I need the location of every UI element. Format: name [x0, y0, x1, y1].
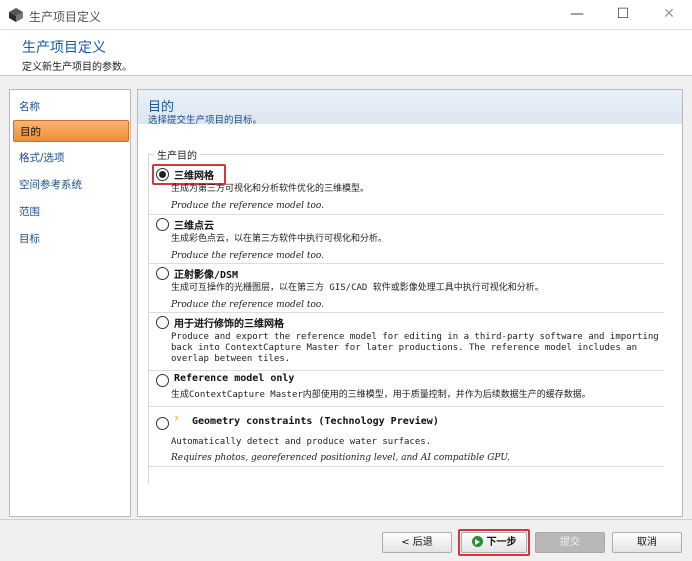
option-description: 生成为第三方可视化和分析软件优化的三维模型。 — [171, 184, 370, 194]
title-bar: 生产项目定义 — ☐ ✕ — [0, 0, 692, 30]
radio-mesh-for-retouching[interactable] — [156, 316, 169, 329]
next-button[interactable]: 下一步 — [461, 532, 527, 553]
option-description: Automatically detect and produce water s… — [171, 437, 432, 447]
separator — [148, 263, 664, 264]
sidebar-item-name[interactable]: 名称 — [13, 96, 129, 118]
option-note: Produce the reference model too. — [171, 201, 325, 211]
page-title: 生产项目定义 — [22, 40, 106, 56]
content-panel: 目的 选择提交生产项目的目标。 生产目的 三维网格 生成为第三方可视化和分析软件… — [137, 89, 683, 517]
page-subtitle: 定义新生产项目的参数。 — [22, 62, 132, 73]
option-description: 生成ContextCapture Master内部使用的三维模型，用于质量控制，… — [171, 390, 591, 400]
option-note: Requires photos, georeferenced positioni… — [171, 453, 510, 463]
option-note: Produce the reference model too. — [171, 300, 325, 310]
wizard-header: 生产项目定义 定义新生产项目的参数。 — [0, 30, 692, 76]
radio-3d-mesh[interactable] — [156, 168, 169, 181]
option-label: 用于进行修饰的三维网格 — [174, 319, 284, 330]
back-button[interactable]: < 后退 — [382, 532, 452, 553]
option-label: Geometry constraints (Technology Preview… — [192, 416, 439, 427]
option-label: 三维点云 — [174, 221, 214, 232]
radio-orthophoto-dsm[interactable] — [156, 267, 169, 280]
option-label: Reference model only — [174, 373, 295, 384]
option-description: Produce and export the reference model f… — [171, 332, 659, 364]
option-note: Produce the reference model too. — [171, 251, 325, 261]
option-label: 正射影像/DSM — [174, 270, 239, 281]
separator — [148, 466, 664, 467]
app-icon — [9, 8, 23, 22]
next-button-label: 下一步 — [486, 537, 517, 548]
technology-preview-icon: ⁷ — [174, 416, 179, 427]
section-subtitle: 选择提交生产项目的目标。 — [148, 115, 263, 126]
maximize-button[interactable]: ☐ — [600, 0, 646, 30]
sidebar-item-srs[interactable]: 空间参考系统 — [13, 174, 129, 196]
cancel-button[interactable]: 取消 — [612, 532, 682, 553]
sidebar-item-destination[interactable]: 目标 — [13, 228, 129, 250]
next-arrow-icon — [471, 536, 483, 547]
close-button[interactable]: ✕ — [646, 0, 692, 30]
option-description: 生成可互操作的光栅图层，以在第三方 GIS/CAD 软件或影像处理工具中执行可视… — [171, 283, 544, 293]
option-label: 三维网格 — [174, 171, 214, 182]
separator — [148, 370, 664, 371]
sidebar-item-purpose[interactable]: 目的 — [13, 120, 129, 142]
window-title: 生产项目定义 — [29, 10, 102, 24]
separator — [148, 406, 664, 407]
wizard-footer: < 后退 下一步 提交 取消 — [0, 519, 692, 561]
sidebar-item-format-options[interactable]: 格式/选项 — [13, 147, 129, 169]
option-description: 生成彩色点云，以在第三方软件中执行可视化和分析。 — [171, 234, 388, 244]
sidebar-item-extent[interactable]: 范围 — [13, 201, 129, 223]
submit-button[interactable]: 提交 — [535, 532, 605, 553]
group-label: 生产目的 — [154, 147, 200, 162]
separator — [148, 312, 664, 313]
wizard-steps-sidebar: 名称 目的 格式/选项 空间参考系统 范围 目标 — [9, 89, 131, 517]
minimize-button[interactable]: — — [554, 0, 600, 30]
separator — [148, 214, 664, 215]
main-area: 名称 目的 格式/选项 空间参考系统 范围 目标 目的 选择提交生产项目的目标。… — [0, 77, 692, 519]
radio-geometry-constraints[interactable] — [156, 417, 169, 430]
content-header: 目的 选择提交生产项目的目标。 — [138, 90, 682, 126]
radio-3d-point-cloud[interactable] — [156, 218, 169, 231]
radio-reference-model-only[interactable] — [156, 374, 169, 387]
